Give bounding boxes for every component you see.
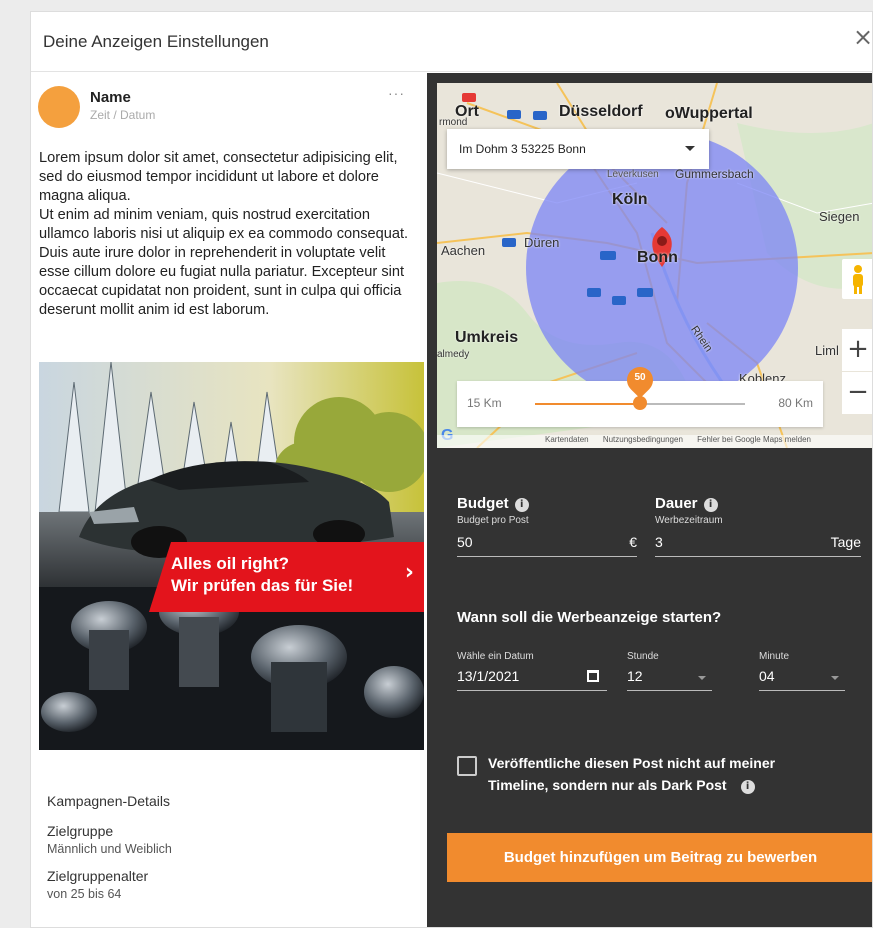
- settings-panel: Düsseldorf oWuppertal Ort rmond Leverkus…: [427, 73, 872, 927]
- budget-value: 50: [457, 534, 473, 550]
- post-text-paragraph: Lorem ipsum dolor sit amet, consectetur …: [39, 150, 398, 204]
- modal-title: Deine Anzeigen Einstellungen: [43, 32, 269, 51]
- zoom-out-button[interactable]: −: [842, 372, 872, 414]
- duration-unit: Tage: [830, 534, 861, 550]
- map-label-wuppertal: oWuppertal: [665, 105, 753, 122]
- post-text-paragraph: Ut enim ad minim veniam, quis nostrud ex…: [39, 207, 409, 318]
- chevron-down-icon: [831, 676, 839, 680]
- start-section-title: Wann soll die Werbeanzeige starten?: [457, 609, 722, 626]
- date-picker[interactable]: 13/1/2021: [457, 665, 607, 691]
- minute-value: 04: [759, 668, 775, 684]
- address-select[interactable]: Im Dohm 3 53225 Bonn: [447, 129, 709, 169]
- chevron-down-icon: [685, 146, 695, 151]
- avatar: [38, 86, 80, 128]
- campaign-details-title: Kampagnen-Details: [47, 793, 170, 809]
- map-label-siegen: Siegen: [819, 209, 860, 224]
- map-label-leverkusen: Leverkusen: [607, 169, 659, 180]
- hour-label: Stunde: [627, 651, 659, 662]
- ad-subline: Wir prüfen das für Sie!: [171, 576, 354, 595]
- map-footer-kartendaten[interactable]: Kartendaten: [545, 435, 589, 444]
- target-age-value: von 25 bis 64: [47, 887, 122, 901]
- dark-post-label-line2-wrap: Timeline, sondern nur als Dark Post i: [488, 774, 838, 796]
- map-label-malmedy: almedy: [437, 349, 470, 360]
- post-timestamp: Zeit / Datum: [90, 108, 156, 122]
- map-label-aachen: Aachen: [441, 243, 486, 258]
- map-footer-report[interactable]: Fehler bei Google Maps melden: [697, 435, 811, 444]
- info-icon[interactable]: i: [740, 780, 755, 794]
- duration-value: 3: [655, 534, 663, 550]
- post-text: Lorem ipsum dolor sit amet, consectetur …: [39, 149, 409, 320]
- map-footer: Kartendaten Nutzungsbedingungen Fehler b…: [437, 435, 872, 448]
- chevron-right-icon: ›: [404, 560, 414, 585]
- post-author-name: Name: [90, 89, 131, 106]
- budget-label-text: Budget: [457, 495, 509, 512]
- radius-max-label: 80 Km: [778, 396, 813, 410]
- ad-settings-modal: Deine Anzeigen Einstellungen × Name Zeit…: [30, 11, 873, 928]
- budget-label: Budget i: [457, 495, 529, 512]
- zoom-in-button[interactable]: +: [842, 329, 872, 371]
- address-select-value: Im Dohm 3 53225 Bonn: [459, 142, 586, 156]
- dark-post-label[interactable]: Veröffentliche diesen Post nicht auf mei…: [488, 752, 838, 796]
- duration-label: Dauer i: [655, 495, 718, 512]
- ad-image: Alles oil right? Wir prüfen das für Sie!…: [39, 362, 424, 750]
- hour-value: 12: [627, 668, 643, 684]
- target-age-label: Zielgruppenalter: [47, 868, 149, 884]
- map-label-umkreis: Umkreis: [455, 329, 519, 346]
- map-footer-terms[interactable]: Nutzungsbedingungen: [603, 435, 683, 444]
- info-icon[interactable]: i: [514, 498, 529, 512]
- map-label-dueren: Düren: [524, 235, 560, 250]
- map-label-duesseldorf: Düsseldorf: [559, 103, 643, 120]
- dark-post-checkbox[interactable]: [457, 756, 477, 776]
- map-label-limburg: Liml: [815, 343, 839, 358]
- map-label-rmond: rmond: [439, 117, 468, 128]
- map-label-koeln: Köln: [612, 191, 648, 208]
- date-label: Wähle ein Datum: [457, 651, 534, 662]
- modal-header: Deine Anzeigen Einstellungen ×: [31, 12, 872, 72]
- ad-headline: Alles oil right?: [171, 554, 290, 573]
- post-preview: Name Zeit / Datum ··· Lorem ipsum dolor …: [31, 73, 427, 927]
- calendar-icon[interactable]: [587, 670, 599, 682]
- date-value: 13/1/2021: [457, 668, 520, 684]
- map[interactable]: Düsseldorf oWuppertal Ort rmond Leverkus…: [437, 83, 872, 448]
- close-icon[interactable]: ×: [852, 25, 872, 49]
- more-options-icon[interactable]: ···: [388, 85, 405, 101]
- duration-input[interactable]: 3 Tage: [655, 531, 861, 557]
- duration-sublabel: Werbezeitraum: [655, 515, 723, 526]
- dark-post-label-line2: Timeline, sondern nur als Dark Post: [488, 777, 727, 793]
- radius-value: 50: [634, 372, 646, 383]
- chevron-down-icon: [698, 676, 706, 680]
- map-label-gummersbach: Gummersbach: [675, 167, 754, 181]
- budget-currency: €: [629, 534, 637, 550]
- budget-input[interactable]: 50 €: [457, 531, 637, 557]
- radius-min-label: 15 Km: [467, 396, 502, 410]
- minute-label: Minute: [759, 651, 790, 662]
- radius-slider-fill: [535, 403, 640, 405]
- hour-select[interactable]: 12: [627, 665, 712, 691]
- minute-select[interactable]: 04: [759, 665, 845, 691]
- dark-post-label-line1: Veröffentliche diesen Post nicht auf mei…: [488, 755, 776, 771]
- pegman-icon-shape: [853, 265, 863, 294]
- budget-sublabel: Budget pro Post: [457, 515, 529, 526]
- radius-slider-box: 15 Km 50 80 Km: [457, 361, 823, 427]
- target-group-label: Zielgruppe: [47, 823, 114, 839]
- add-budget-button[interactable]: Budget hinzufügen um Beitrag zu bewerben: [447, 833, 872, 882]
- ad-banner[interactable]: Alles oil right? Wir prüfen das für Sie!…: [149, 542, 424, 612]
- info-icon[interactable]: i: [703, 498, 718, 512]
- pegman-icon[interactable]: [842, 259, 872, 299]
- campaign-details: Kampagnen-Details Zielgruppe Männlich un…: [47, 793, 407, 913]
- map-label-bonn: Bonn: [637, 249, 678, 266]
- duration-label-text: Dauer: [655, 495, 698, 512]
- target-group-value: Männlich und Weiblich: [47, 842, 172, 856]
